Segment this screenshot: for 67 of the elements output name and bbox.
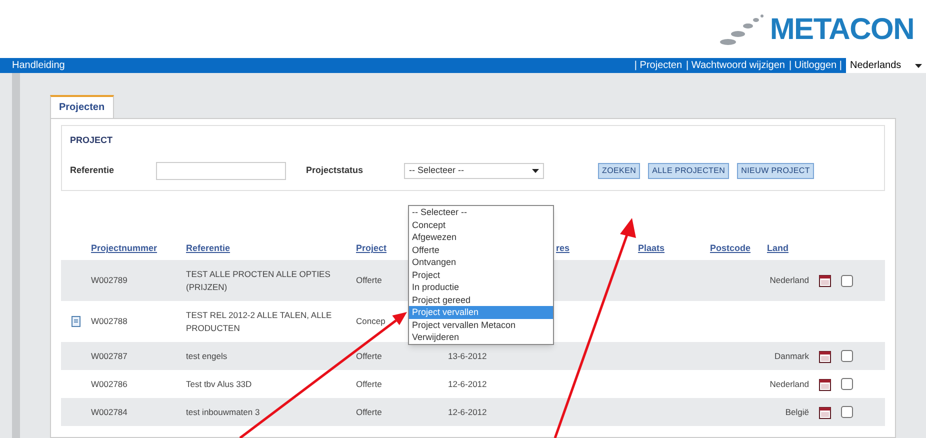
calendar-icon[interactable] [819, 378, 831, 390]
row-checkbox[interactable] [841, 274, 853, 286]
table-cell-text: W002787 [91, 350, 128, 362]
table-cell: Offerte [356, 406, 382, 417]
calendar-icon[interactable] [819, 406, 831, 418]
nav-link[interactable]: | Projecten [634, 58, 682, 73]
table-cell: Offerte [356, 275, 382, 286]
calendar-icon[interactable] [819, 350, 831, 362]
caret-icon [915, 64, 922, 68]
table-cell-text: W002786 [91, 378, 128, 390]
table-cell-text: W002788 [91, 315, 128, 328]
table-cell-text: TEST ALLE PROCTEN ALLE OPTIES (PRIJZEN) [186, 268, 332, 294]
column-header[interactable]: Plaats [638, 243, 665, 254]
logo-dots-icon [718, 12, 766, 48]
dropdown-option[interactable]: Project vervallen Metacon [409, 318, 553, 331]
column-header[interactable]: Referentie [186, 243, 230, 254]
column-header[interactable]: res [556, 243, 570, 254]
dropdown-option[interactable]: Concept [409, 218, 553, 231]
field-label: Referentie [70, 164, 116, 177]
nav-link[interactable]: | Uitloggen | [788, 58, 842, 73]
row-checkbox[interactable] [841, 378, 853, 390]
document-icon[interactable] [70, 316, 82, 327]
dropdown-option[interactable]: Verwijderen [409, 331, 553, 344]
column-header[interactable]: Postcode [710, 243, 751, 254]
table-cell-text: W002784 [91, 406, 128, 418]
table-cell: Danmark [774, 350, 809, 362]
table-cell-text: Test tbv Alus 33D [186, 378, 253, 390]
table-cell-text: 12-6-2012 [448, 406, 488, 418]
tab[interactable]: Projecten [50, 95, 114, 118]
table-cell-text: W002789 [91, 274, 128, 287]
table-cell: Offerte [356, 378, 382, 389]
calendar-icon[interactable] [819, 274, 831, 287]
field-label: Projectstatus [306, 164, 364, 177]
manual-link[interactable]: Handleiding [0, 58, 65, 73]
table-cell-text: 13-6-2012 [448, 350, 488, 362]
dropdown-option[interactable]: In productie [409, 281, 553, 294]
table-cell-text: 12-6-2012 [448, 378, 488, 390]
dropdown-option[interactable]: Project vervallen [409, 306, 553, 318]
table-cell-text: test inbouwmaten 3 [186, 406, 261, 418]
row-checkbox[interactable] [841, 350, 853, 362]
table-cell: Concep [356, 316, 386, 326]
dropdown-option[interactable]: Ontvangen [409, 256, 553, 268]
row-checkbox[interactable] [841, 406, 853, 418]
dropdown-option[interactable]: -- Selecteer -- [409, 206, 553, 218]
dropdown-option[interactable]: Project gereed [409, 294, 553, 306]
language-select[interactable]: Nederlands [846, 58, 926, 73]
caret-icon [532, 168, 539, 172]
column-header[interactable]: Projectnummer [91, 243, 158, 254]
dropdown-option[interactable]: Offerte [409, 244, 553, 256]
action-button[interactable]: ZOEKEN [598, 162, 640, 178]
status-select[interactable]: -- Selecteer -- [404, 162, 544, 178]
table-cell: Offerte [356, 350, 382, 361]
column-header[interactable]: Land [767, 243, 788, 254]
logo-text: METACON [770, 12, 914, 48]
column-header[interactable]: Project [356, 243, 387, 254]
table-cell: Nederland [770, 274, 809, 287]
table-cell-text: TEST REL 2012-2 ALLE TALEN, ALLE PRODUCTEN [186, 308, 333, 334]
action-button[interactable]: ALLE PROJECTEN [648, 162, 730, 178]
action-button[interactable]: NIEUW PROJECT [737, 162, 814, 178]
table-cell: Nederland [770, 378, 809, 390]
reference-input[interactable] [156, 162, 286, 180]
table-cell: België [785, 406, 809, 418]
nav-link[interactable]: | Wachtwoord wijzigen [686, 58, 785, 73]
table-cell-text: test engels [186, 350, 228, 362]
section-title: PROJECT [70, 134, 114, 147]
dropdown-option[interactable]: Afgewezen [409, 231, 553, 244]
dropdown-option[interactable]: Project [409, 268, 553, 281]
